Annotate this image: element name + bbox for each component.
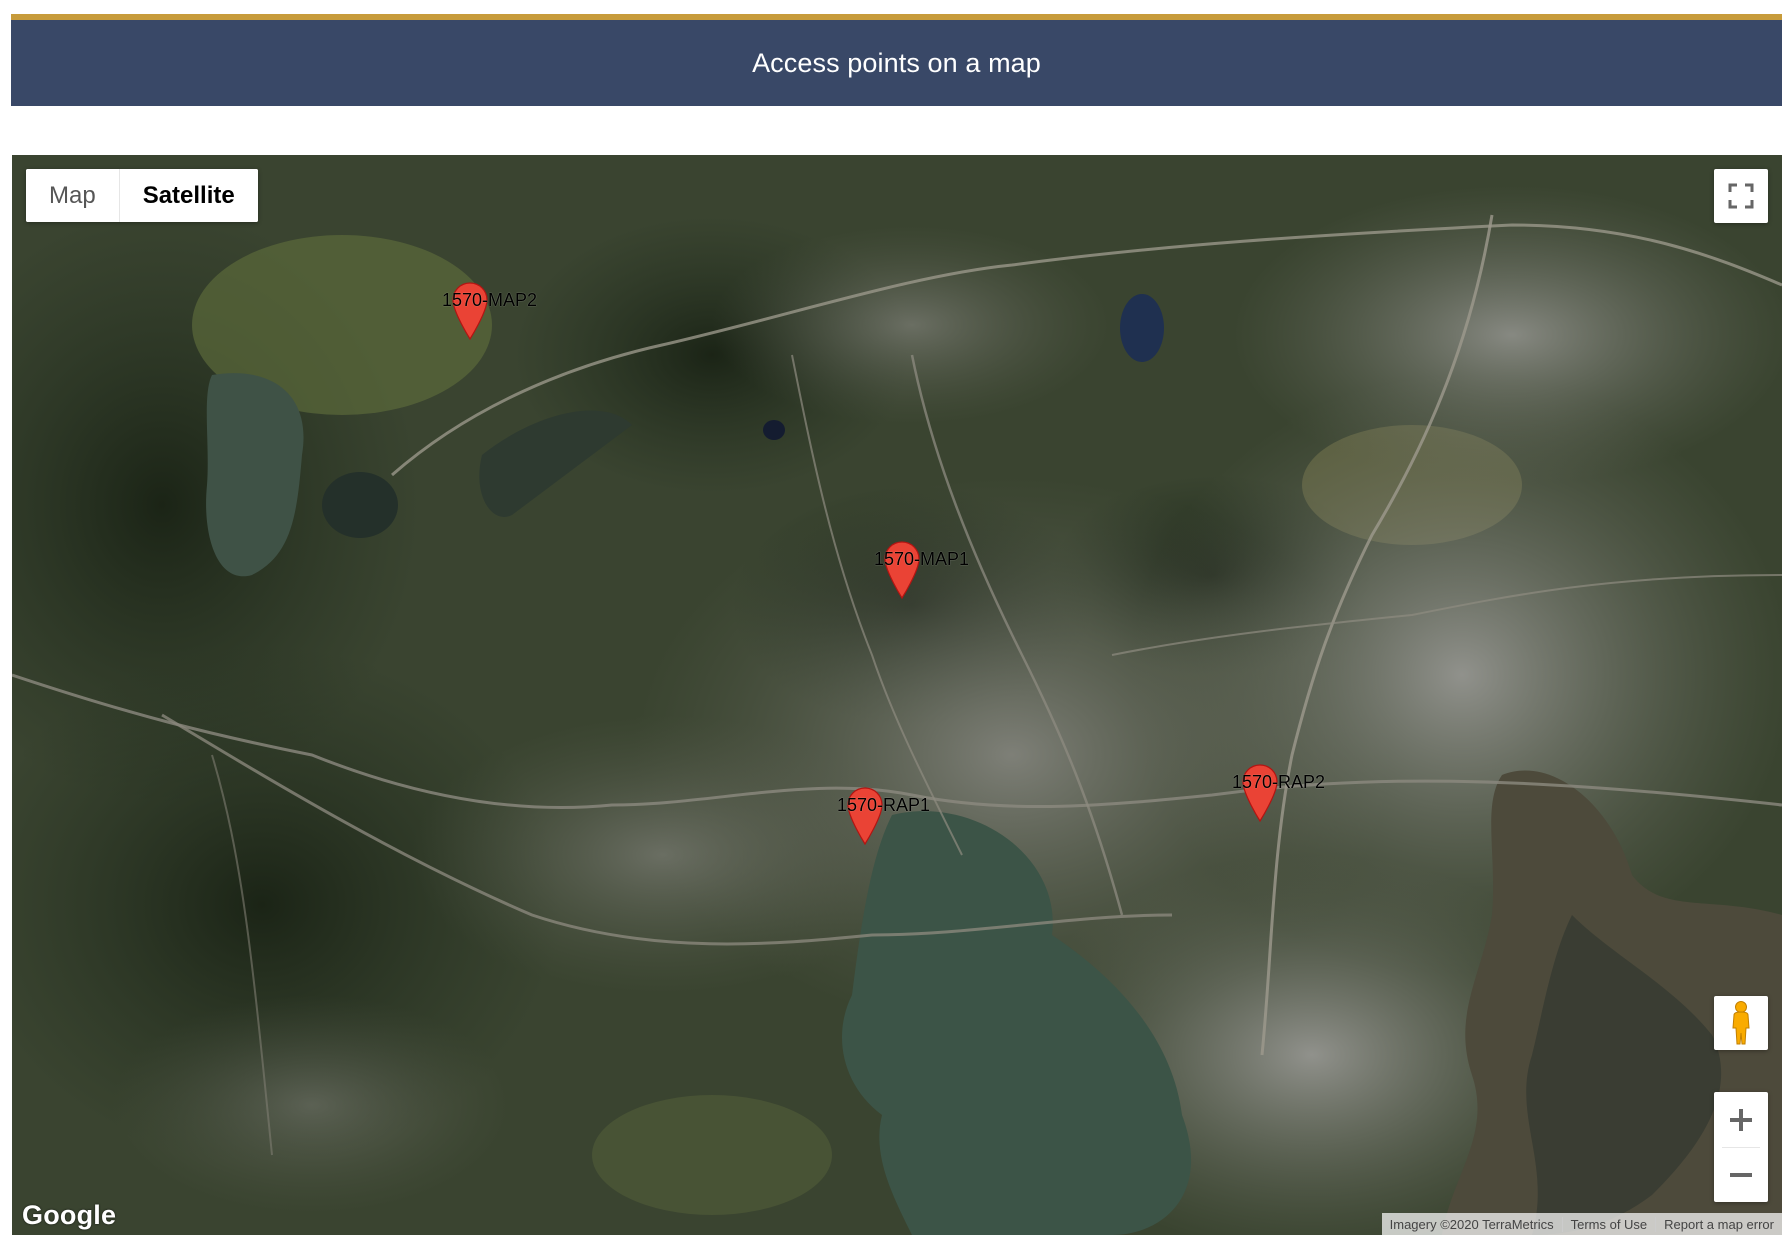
fullscreen-button[interactable] — [1714, 169, 1768, 223]
map-container[interactable]: 1570-MAP2 1570-MAP1 1570-RAP1 1570-RAP2 … — [12, 155, 1782, 1235]
zoom-out-button[interactable] — [1714, 1148, 1768, 1202]
plus-icon — [1730, 1108, 1752, 1131]
marker-label: 1570-MAP2 — [442, 290, 538, 310]
fullscreen-icon — [1728, 183, 1754, 209]
map-type-control: Map Satellite — [26, 169, 258, 222]
page-header: Access points on a map — [11, 14, 1782, 106]
map-marker[interactable]: 1570-RAP2 — [1232, 764, 1325, 822]
satellite-imagery[interactable] — [12, 155, 1782, 1235]
marker-label: 1570-RAP1 — [837, 795, 931, 815]
minus-icon — [1730, 1172, 1752, 1177]
map-marker[interactable]: 1570-MAP1 — [874, 541, 969, 599]
google-logo[interactable]: Google — [22, 1200, 116, 1231]
imagery-credit: Imagery ©2020 TerraMetrics — [1389, 1216, 1554, 1232]
zoom-in-button[interactable] — [1714, 1093, 1768, 1147]
report-map-error-link[interactable]: Report a map error — [1655, 1216, 1782, 1232]
street-view-button[interactable] — [1714, 996, 1768, 1050]
terms-of-use-link[interactable]: Terms of Use — [1561, 1216, 1656, 1232]
map-type-map-button[interactable]: Map — [26, 169, 119, 222]
map-attribution: Imagery ©2020 TerraMetrics Terms of Use … — [1381, 1213, 1782, 1235]
zoom-control — [1714, 1092, 1768, 1202]
map-type-satellite-button[interactable]: Satellite — [118, 169, 258, 222]
marker-label: 1570-RAP2 — [1232, 772, 1326, 792]
map-marker[interactable]: 1570-MAP2 — [442, 282, 537, 340]
marker-label: 1570-MAP1 — [874, 549, 970, 569]
pegman-icon — [1732, 1001, 1750, 1045]
map-marker[interactable]: 1570-RAP1 — [837, 787, 930, 845]
page-title: Access points on a map — [752, 47, 1041, 78]
